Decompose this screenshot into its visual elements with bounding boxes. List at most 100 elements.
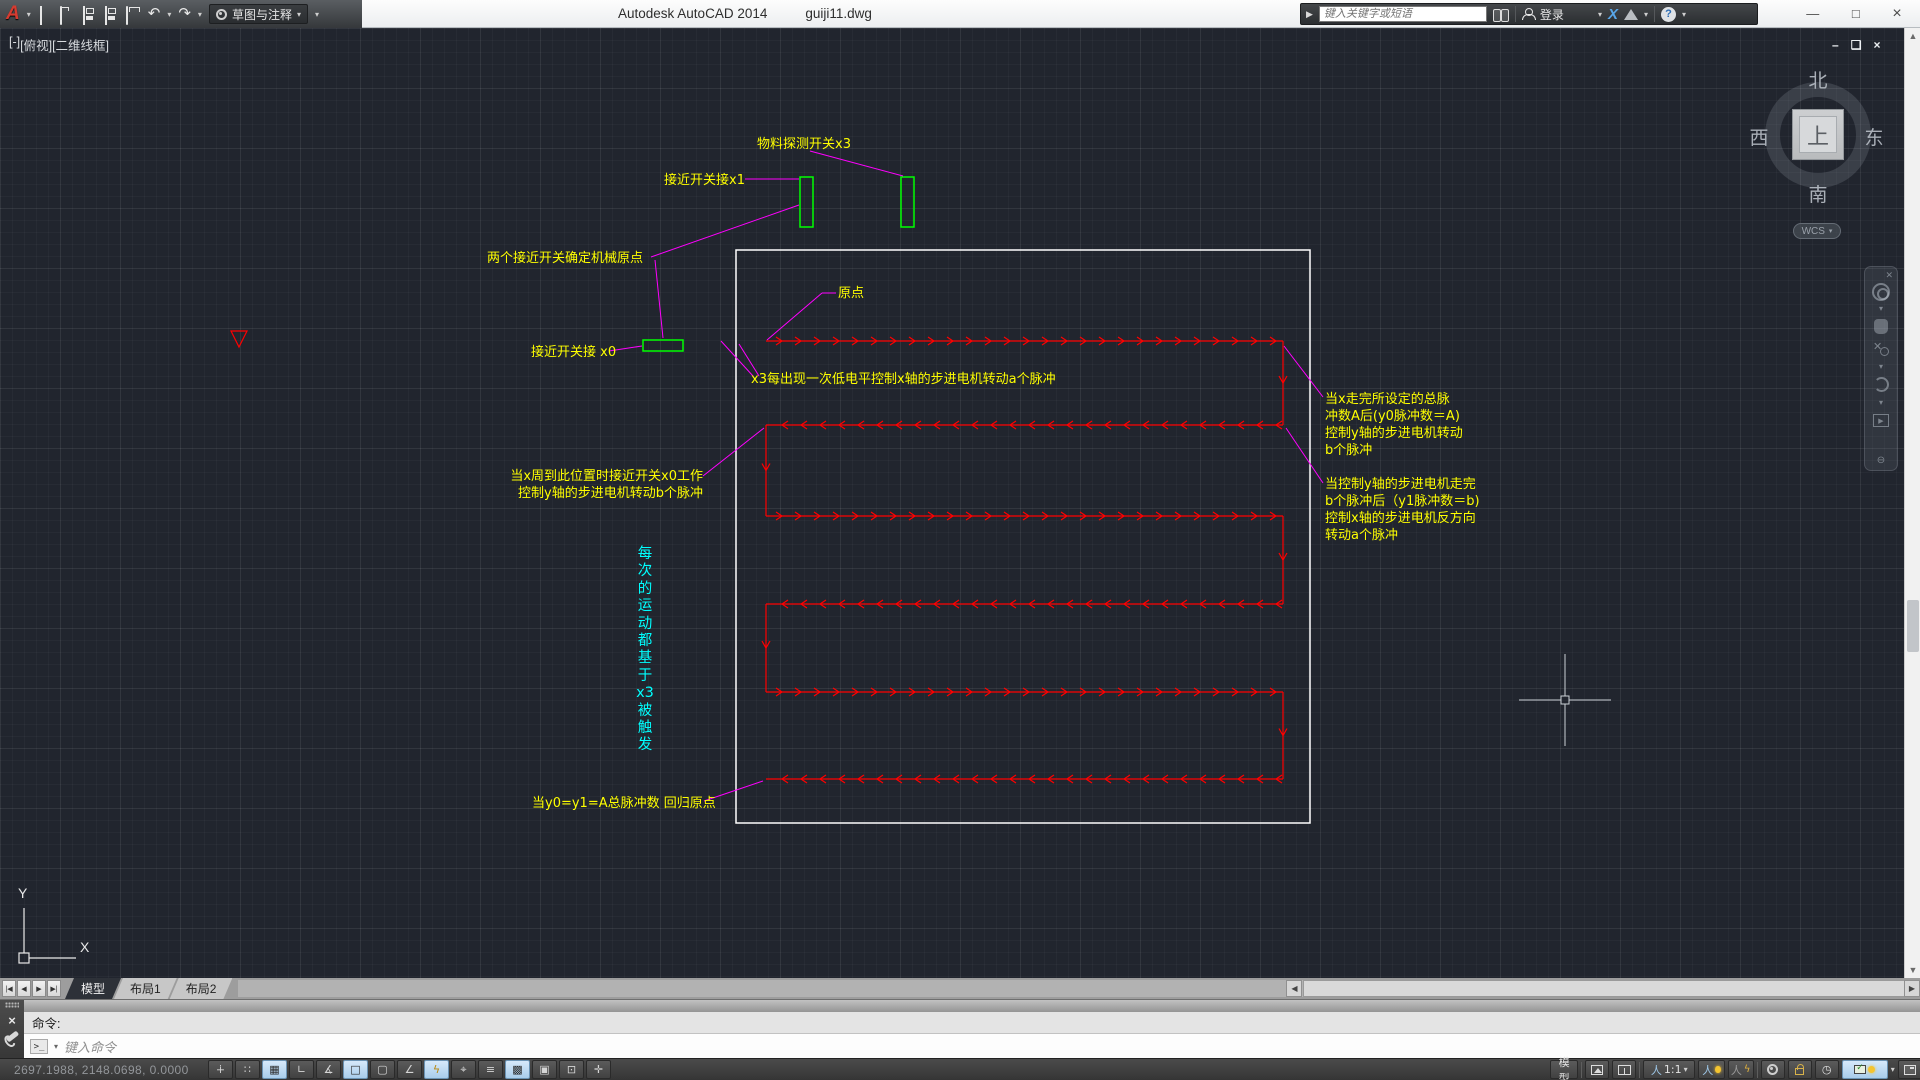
hardware-acceleration-button[interactable]: ◷ — [1815, 1060, 1839, 1079]
command-prompt-icon[interactable]: >_ — [30, 1039, 48, 1054]
model-space-viewport[interactable] — [0, 28, 1920, 978]
toggle-object-snap-tracking[interactable]: ∠ — [397, 1060, 422, 1079]
orbit-icon[interactable] — [1874, 377, 1889, 392]
chevron-down-icon[interactable]: ▾ — [1598, 10, 1602, 19]
navbar-menu-icon[interactable]: ⊖ — [1877, 455, 1885, 466]
maximize-icon[interactable]: □ — [1852, 6, 1860, 21]
isolate-objects-button[interactable] — [1842, 1060, 1888, 1079]
toggle-infer-constraints[interactable]: ∔ — [208, 1060, 233, 1079]
toggle-dynamic-ucs[interactable]: ϟ — [424, 1060, 449, 1079]
close-icon[interactable]: × — [1892, 5, 1901, 23]
plot-button[interactable] — [126, 7, 141, 21]
chevron-down-icon[interactable]: ▾ — [167, 10, 171, 19]
steering-wheel-icon[interactable] — [1872, 283, 1890, 301]
viewcube-east[interactable]: 东 — [1863, 123, 1885, 150]
viewport-visual-style-control[interactable]: [二维线框] — [52, 35, 109, 54]
minimize-icon[interactable]: — — [1806, 6, 1819, 21]
toggle-grid-display[interactable]: ▦ — [262, 1060, 287, 1079]
chevron-down-icon[interactable]: ▾ — [198, 10, 202, 19]
viewcube-north[interactable]: 北 — [1807, 66, 1829, 93]
viewport-close-icon[interactable]: × — [1873, 38, 1880, 52]
annotation-scale-button[interactable]: 人 1:1 ▾ — [1643, 1060, 1695, 1079]
quick-view-layouts-button[interactable] — [1585, 1060, 1609, 1079]
viewcube-west[interactable]: 西 — [1748, 123, 1770, 150]
save-button[interactable] — [82, 7, 97, 21]
pan-icon[interactable] — [1874, 319, 1888, 334]
chevron-down-icon[interactable]: ▾ — [1879, 398, 1883, 407]
scroll-left-icon[interactable]: ◀ — [1286, 980, 1302, 997]
tab-model[interactable]: 模型 — [65, 978, 121, 999]
qat-customize-button[interactable]: ▾ — [315, 10, 319, 19]
toggle-annotation-monitor[interactable]: ✛ — [586, 1060, 611, 1079]
vertical-scrollbar-thumb[interactable] — [1907, 600, 1919, 652]
clean-screen-button[interactable] — [1898, 1060, 1920, 1079]
help-icon[interactable]: ? — [1661, 7, 1676, 22]
chevron-down-icon[interactable]: ▾ — [1891, 1065, 1895, 1074]
toggle-quick-properties[interactable]: ▣ — [532, 1060, 557, 1079]
save-as-button[interactable] — [104, 7, 119, 21]
tab-layout1[interactable]: 布局1 — [114, 978, 177, 999]
command-grip-icon[interactable] — [5, 1002, 19, 1008]
coordinates-readout[interactable]: 2697.1988, 2148.0698, 0.0000 — [14, 1063, 189, 1077]
chevron-down-icon[interactable]: ▾ — [54, 1042, 58, 1051]
scroll-down-icon[interactable]: ▼ — [1905, 962, 1920, 978]
sign-in-button[interactable]: 登录 — [1540, 6, 1564, 23]
vertical-scrollbar[interactable]: ▲ ▼ — [1904, 28, 1920, 978]
toggle-transparency[interactable]: ▩ — [505, 1060, 530, 1079]
chevron-down-icon[interactable]: ▾ — [1879, 362, 1883, 371]
toggle-lineweight[interactable]: ≡ — [478, 1060, 503, 1079]
new-file-button[interactable] — [38, 7, 53, 21]
chevron-down-icon[interactable]: ▾ — [1879, 304, 1883, 313]
workspace-switching-button[interactable] — [1761, 1060, 1785, 1079]
toggle-selection-cycling[interactable]: ⊡ — [559, 1060, 584, 1079]
scroll-right-icon[interactable]: ▶ — [1904, 980, 1920, 997]
command-input-placeholder[interactable]: 键入命令 — [64, 1037, 116, 1056]
first-tab-icon[interactable]: |◀ — [2, 980, 16, 997]
toolbar-lock-button[interactable] — [1788, 1060, 1812, 1079]
viewcube-top-face[interactable]: 上 — [1792, 109, 1844, 160]
viewcube-wcs-menu[interactable]: WCS ▾ — [1793, 223, 1841, 239]
prev-tab-icon[interactable]: ◀ — [17, 980, 31, 997]
auto-annotation-scale-button[interactable]: 人 ϟ — [1728, 1060, 1754, 1079]
command-history-line[interactable]: 命令: — [24, 1012, 1920, 1034]
horizontal-scrollbar[interactable]: ◀ ▶ — [238, 980, 1920, 997]
viewcube-south[interactable]: 南 — [1807, 180, 1829, 207]
tab-layout2[interactable]: 布局2 — [170, 978, 233, 999]
last-tab-icon[interactable]: ▶| — [47, 980, 61, 997]
command-input-row[interactable]: >_ ▾ 键入命令 — [24, 1034, 1920, 1059]
redo-button[interactable]: ↷ — [178, 1, 191, 27]
autodesk360-icon[interactable] — [1624, 9, 1638, 20]
search-input[interactable] — [1319, 6, 1487, 22]
viewport-minimize-icon[interactable]: – — [1832, 38, 1839, 52]
search-icon[interactable] — [1493, 9, 1509, 20]
open-file-button[interactable] — [60, 7, 75, 21]
undo-button[interactable]: ↶ — [148, 1, 161, 27]
horizontal-scrollbar-thumb[interactable] — [1303, 980, 1920, 997]
viewport-menu-control[interactable]: [-] — [9, 35, 20, 54]
toggle-polar-tracking[interactable]: ∡ — [316, 1060, 341, 1079]
viewport-view-control[interactable]: [俯视] — [20, 35, 52, 54]
toggle-dynamic-input[interactable]: ⌖ — [451, 1060, 476, 1079]
chevron-down-icon[interactable]: ▾ — [1682, 10, 1686, 19]
zoom-icon[interactable] — [1873, 340, 1889, 356]
command-close-icon[interactable]: × — [8, 1013, 16, 1028]
toggle-object-snap[interactable]: □ — [343, 1060, 368, 1079]
infocenter-collapse-icon[interactable]: ▶ — [1306, 9, 1313, 20]
workspace-dropdown[interactable]: 草图与注释 ▾ — [209, 4, 308, 24]
chevron-down-icon[interactable]: ▾ — [27, 10, 31, 19]
toggle-ortho-mode[interactable]: ∟ — [289, 1060, 314, 1079]
command-customize-icon[interactable] — [5, 1031, 18, 1043]
showmotion-icon[interactable]: ▶ — [1873, 414, 1889, 427]
toggle-snap-mode[interactable]: ∷ — [235, 1060, 260, 1079]
autocad-app-icon[interactable]: A — [6, 1, 20, 27]
model-space-button[interactable]: 模型 — [1550, 1060, 1578, 1079]
exchange-apps-icon[interactable]: X — [1608, 6, 1618, 23]
next-tab-icon[interactable]: ▶ — [32, 980, 46, 997]
chevron-down-icon[interactable]: ▾ — [1644, 10, 1648, 19]
annotation-visibility-button[interactable]: 人 — [1698, 1060, 1724, 1079]
quick-view-drawings-button[interactable] — [1612, 1060, 1636, 1079]
scroll-up-icon[interactable]: ▲ — [1905, 28, 1920, 44]
viewport-restore-icon[interactable]: ❑ — [1851, 38, 1862, 52]
toggle-3d-object-snap[interactable]: ▢ — [370, 1060, 395, 1079]
navbar-close-icon[interactable]: ✕ — [1885, 271, 1893, 279]
